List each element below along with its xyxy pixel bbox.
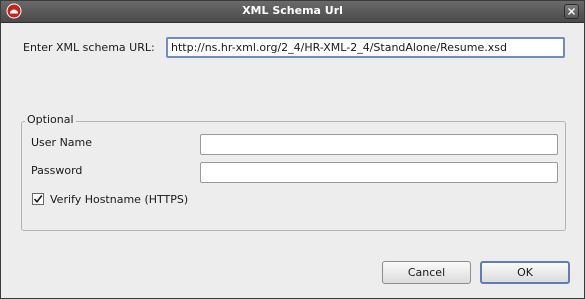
title-bar[interactable]: XML Schema Url — [1, 1, 584, 23]
verify-hostname-checkbox[interactable] — [32, 193, 44, 205]
checkmark-icon — [33, 195, 43, 204]
close-button[interactable] — [564, 4, 579, 19]
cancel-button[interactable]: Cancel — [382, 261, 471, 284]
username-input[interactable] — [200, 134, 558, 155]
close-icon — [568, 8, 575, 15]
optional-group-title: Optional — [25, 113, 76, 126]
schema-url-input[interactable]: http://ns.hr-xml.org/2_4/HR-XML-2_4/Stan… — [166, 37, 565, 58]
schema-url-label: Enter XML schema URL: — [23, 41, 155, 54]
verify-hostname-label[interactable]: Verify Hostname (HTTPS) — [50, 193, 188, 206]
password-label: Password — [31, 164, 83, 177]
dialog-window: XML Schema Url Enter XML schema URL: htt… — [0, 0, 585, 299]
window-title: XML Schema Url — [242, 4, 343, 17]
ok-button[interactable]: OK — [480, 261, 570, 284]
username-label: User Name — [31, 136, 93, 149]
password-input[interactable] — [200, 162, 558, 183]
